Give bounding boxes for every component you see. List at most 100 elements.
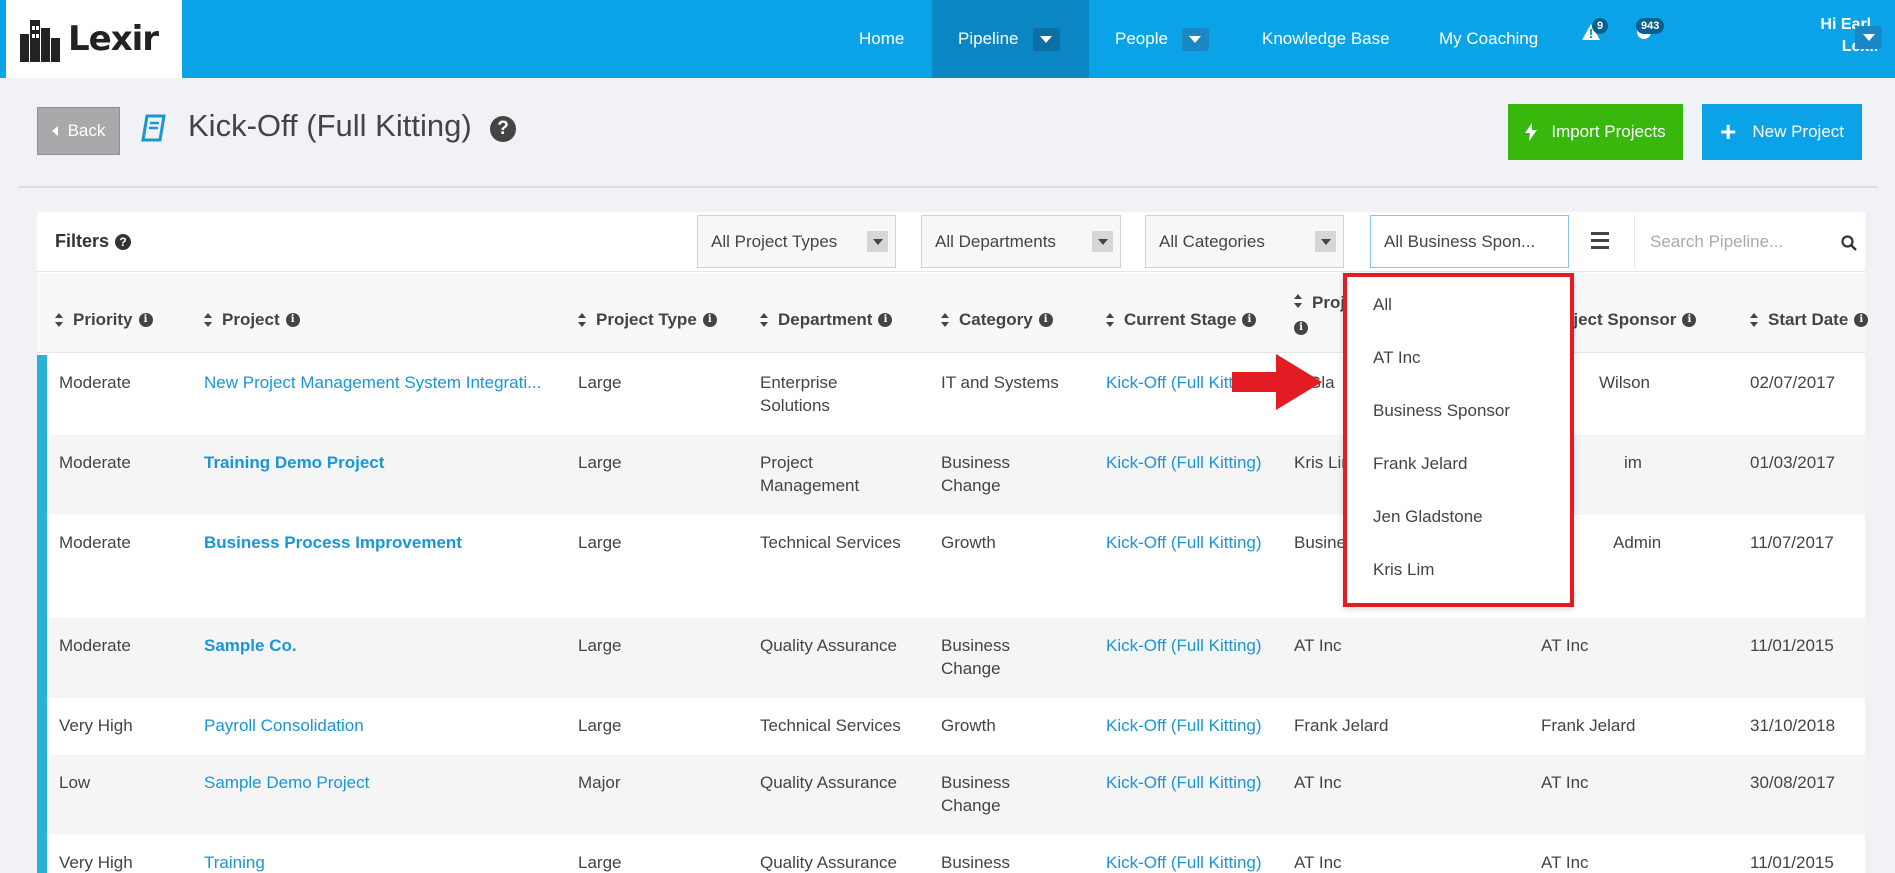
nav-coaching-label: My Coaching: [1439, 29, 1539, 48]
business-sponsor-filter[interactable]: All Business Spon...: [1370, 215, 1569, 268]
col-current-stage[interactable]: Current Stage i: [1106, 310, 1257, 330]
cell-department: Project Management: [760, 451, 859, 497]
project-type-filter[interactable]: All Project Types: [697, 215, 896, 268]
stage-link[interactable]: Kick-Off (Full Kitting): [1106, 851, 1262, 873]
nav-people[interactable]: People: [1115, 0, 1209, 78]
table-row[interactable]: Very High Payroll Consolidation Large Te…: [37, 698, 1865, 755]
sort-icon: [578, 313, 586, 327]
sponsor-option-frank-jelard[interactable]: Frank Jelard: [1373, 454, 1467, 474]
table-row[interactable]: Moderate Sample Co. Large Quality Assura…: [37, 618, 1865, 698]
cell-priority: Moderate: [59, 373, 131, 392]
sponsor-option-business-sponsor[interactable]: Business Sponsor: [1373, 401, 1510, 421]
back-label: Back: [67, 121, 106, 140]
cell-sponsor: AT Inc: [1541, 853, 1589, 872]
col-priority[interactable]: Priority i: [55, 310, 153, 330]
col-project-sponsor-label: oject Sponsor: [1563, 310, 1677, 329]
project-link[interactable]: Sample Co.: [204, 634, 297, 657]
sort-icon: [1106, 313, 1114, 327]
import-projects-button[interactable]: Import Projects: [1508, 104, 1683, 160]
cell-project-type: Large: [578, 453, 622, 472]
alerts-badge: 9: [1592, 18, 1609, 34]
col-project-sponsor[interactable]: oject Sponsor i: [1563, 310, 1697, 330]
business-sponsor-dropdown: All AT Inc Business Sponsor Frank Jelard…: [1343, 273, 1574, 607]
nav-knowledge-base[interactable]: Knowledge Base: [1262, 0, 1390, 78]
user-menu-chevron-icon[interactable]: [1855, 26, 1882, 49]
cell-priority: Moderate: [59, 636, 131, 655]
cell-category: IT and Systems: [941, 373, 1059, 392]
info-icon: i: [1854, 313, 1869, 327]
project-link[interactable]: Sample Demo Project: [204, 771, 369, 794]
filters-bar: Filters ? All Project Types All Departme…: [37, 212, 1865, 272]
project-link[interactable]: New Project Management System Integrati.…: [204, 371, 541, 394]
department-filter-value: All Departments: [935, 231, 1056, 251]
cell-category: Business Change: [941, 771, 1010, 817]
red-arrow-annotation: [1232, 354, 1322, 410]
col-start-date-label: Start Date: [1768, 310, 1849, 329]
cell-project-col: AT Inc: [1294, 853, 1342, 872]
col-department[interactable]: Department i: [760, 310, 893, 330]
col-project-type-label: Project Type: [596, 310, 697, 329]
book-icon: [141, 114, 166, 142]
col-project-type[interactable]: Project Type i: [578, 310, 717, 330]
cell-project-col: AT Inc: [1294, 636, 1342, 655]
col-project[interactable]: Project i: [204, 310, 300, 330]
info-icon: i: [285, 313, 300, 327]
sponsor-option-jen-gladstone[interactable]: Jen Gladstone: [1373, 507, 1483, 527]
nav-people-label: People: [1115, 29, 1168, 48]
lightning-icon: [1525, 123, 1538, 141]
sponsor-option-all[interactable]: All: [1373, 295, 1392, 315]
sponsor-option-at-inc[interactable]: AT Inc: [1373, 348, 1421, 368]
search-pipeline-input[interactable]: Search Pipeline...: [1634, 215, 1865, 268]
stage-link[interactable]: Kick-Off (Full Kitting): [1106, 771, 1262, 794]
new-project-label: New Project: [1752, 122, 1844, 141]
cell-project-type: Major: [578, 773, 621, 792]
col-start-date[interactable]: Start Date i: [1750, 310, 1869, 330]
cell-priority: Low: [59, 773, 91, 792]
filters-label-text: Filters: [55, 231, 110, 251]
stage-link[interactable]: Kick-Off (Full Kitting): [1106, 451, 1262, 474]
cell-start-date: 02/07/2017: [1750, 373, 1836, 392]
table-row[interactable]: Moderate New Project Management System I…: [37, 355, 1865, 435]
project-link[interactable]: Payroll Consolidation: [204, 714, 364, 737]
project-link[interactable]: Training Demo Project: [204, 451, 384, 474]
logo[interactable]: Lexir: [6, 0, 182, 78]
category-filter[interactable]: All Categories: [1145, 215, 1344, 268]
stage-link[interactable]: Kick-Off (Full Kitting): [1106, 634, 1262, 657]
stage-link[interactable]: Kick-Off (Full Kitting): [1106, 714, 1262, 737]
table-row[interactable]: Very High Training Large Quality Assuran…: [37, 835, 1865, 873]
help-icon[interactable]: ?: [115, 233, 132, 250]
department-filter[interactable]: All Departments: [921, 215, 1121, 268]
sponsor-option-kris-lim[interactable]: Kris Lim: [1373, 560, 1434, 580]
import-label: Import Projects: [1551, 122, 1666, 141]
col-category[interactable]: Category i: [941, 310, 1053, 330]
nav-home-label: Home: [859, 29, 905, 48]
nav-pipeline-label: Pipeline: [958, 29, 1019, 48]
nav-knowledge-label: Knowledge Base: [1262, 29, 1390, 48]
help-icon[interactable]: ?: [490, 116, 516, 142]
cell-sponsor: Frank Jelard: [1541, 716, 1636, 735]
table-row[interactable]: Moderate Training Demo Project Large Pro…: [37, 435, 1865, 515]
stage-link[interactable]: Kick-Off (Full Kitting): [1106, 531, 1262, 554]
chevron-down-icon[interactable]: [1032, 27, 1060, 51]
nav-home[interactable]: Home: [859, 0, 904, 78]
business-sponsor-filter-value: All Business Spon...: [1384, 231, 1536, 251]
back-button[interactable]: Back: [37, 107, 120, 155]
new-project-button[interactable]: + New Project: [1702, 104, 1862, 160]
cell-department: Quality Assurance: [760, 853, 898, 872]
messages-button[interactable]: 943: [1636, 18, 1665, 45]
search-icon[interactable]: [1841, 235, 1857, 251]
nav-pipeline[interactable]: Pipeline: [932, 0, 1089, 78]
cell-start-date: 11/01/2015: [1750, 636, 1834, 655]
nav-my-coaching[interactable]: My Coaching: [1439, 0, 1538, 78]
chevron-down-icon[interactable]: [1181, 27, 1209, 51]
column-menu-icon[interactable]: [1591, 232, 1609, 253]
project-link[interactable]: Training: [204, 851, 265, 873]
col-project-partial[interactable]: Proj i: [1294, 293, 1345, 335]
project-link[interactable]: Business Process Improvement: [204, 531, 462, 554]
table-row[interactable]: Low Sample Demo Project Major Quality As…: [37, 755, 1865, 835]
cell-category-line1: Business: [941, 773, 1010, 792]
col-project-label: Project: [222, 310, 280, 329]
table-row[interactable]: Moderate Business Process Improvement La…: [37, 515, 1865, 618]
search-placeholder: Search Pipeline...: [1650, 231, 1784, 251]
alerts-button[interactable]: 9: [1582, 18, 1609, 45]
